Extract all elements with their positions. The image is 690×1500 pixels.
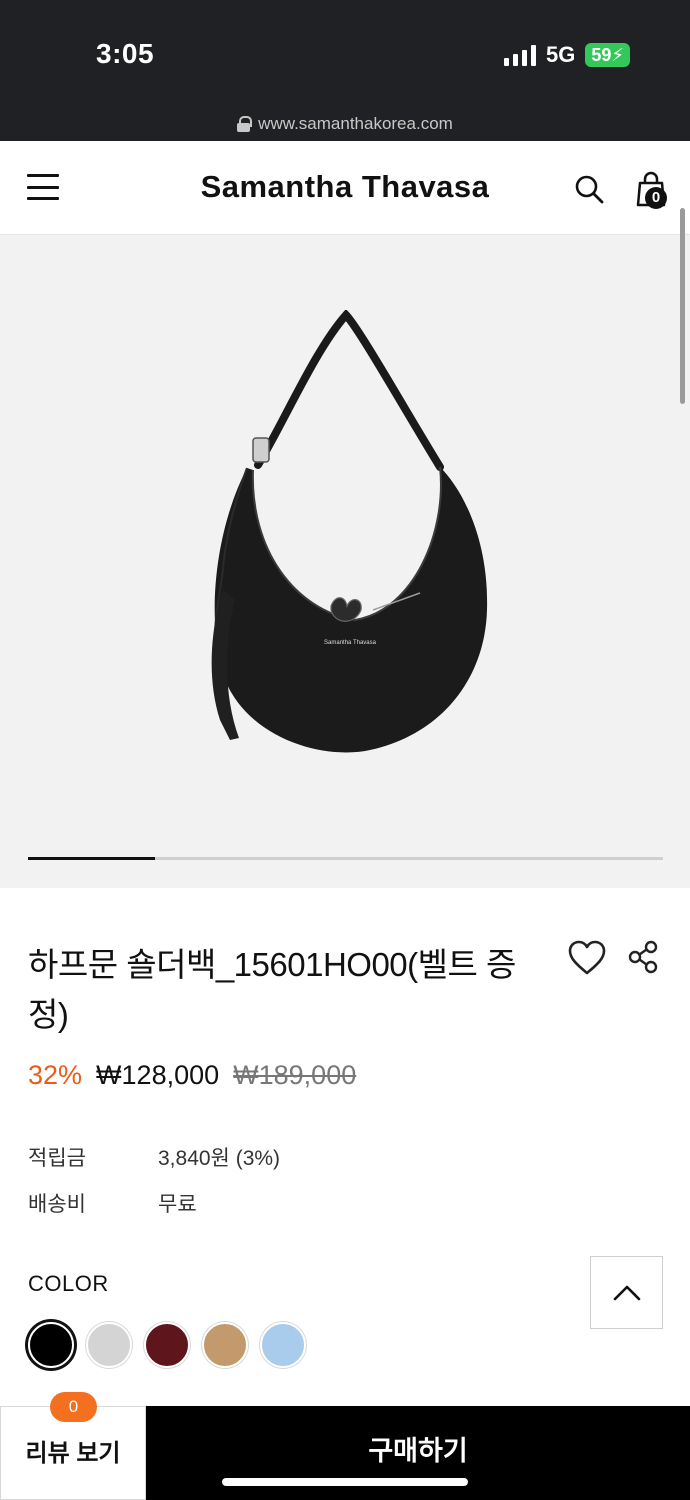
page-scrollbar[interactable] xyxy=(680,208,685,404)
review-count-badge: 0 xyxy=(50,1392,97,1422)
shipping-row: 배송비 무료 xyxy=(28,1188,197,1218)
scroll-to-top-button[interactable] xyxy=(590,1256,663,1329)
shipping-label: 배송비 xyxy=(28,1193,86,1216)
color-label: COLOR xyxy=(28,1271,109,1296)
product-image-gallery[interactable]: Samantha Thavasa xyxy=(0,235,690,888)
lock-icon xyxy=(237,116,253,132)
wishlist-heart-icon[interactable] xyxy=(568,940,606,976)
image-progress-track xyxy=(28,857,663,860)
product-title: 하프문 숄더백_15601HO00(벨트 증정) xyxy=(28,946,516,1033)
signal-icon xyxy=(503,44,536,66)
color-swatch[interactable] xyxy=(202,1322,248,1368)
color-swatch[interactable] xyxy=(86,1322,132,1368)
chevron-up-icon xyxy=(613,1285,641,1301)
original-price: ₩189,000 xyxy=(233,1060,357,1090)
search-icon[interactable] xyxy=(574,174,604,204)
shipping-value: 무료 xyxy=(158,1193,197,1216)
price-row: 32% ₩128,000 ₩189,000 xyxy=(28,1060,356,1091)
product-image: Samantha Thavasa xyxy=(211,310,488,753)
image-progress-indicator xyxy=(28,857,155,860)
discount-rate: 32% xyxy=(28,1060,83,1090)
browser-url-bar[interactable]: www.samanthakorea.com xyxy=(0,108,690,141)
points-value: 3,840원 (3%) xyxy=(158,1147,281,1170)
network-type: 5G xyxy=(545,42,576,67)
share-icon[interactable] xyxy=(627,940,659,974)
url-text[interactable]: www.samanthakorea.com xyxy=(258,114,453,134)
color-swatch[interactable] xyxy=(28,1322,74,1368)
sale-price: ₩128,000 xyxy=(96,1060,220,1090)
battery-level: 59 xyxy=(591,45,612,65)
points-row: 적립금 3,840원 (3%) xyxy=(28,1142,280,1172)
bag-logo-text: Samantha Thavasa xyxy=(324,640,377,646)
color-swatch[interactable] xyxy=(144,1322,190,1368)
status-bar: 3:05 5G 59⚡ xyxy=(0,0,690,108)
status-time: 3:05 xyxy=(96,38,155,69)
color-swatches xyxy=(28,1322,306,1368)
site-header: Samantha Thavasa xyxy=(0,141,690,235)
status-indicators: 5G 59⚡ xyxy=(503,42,630,68)
points-label: 적립금 xyxy=(28,1147,86,1170)
battery-icon: 59⚡ xyxy=(585,43,630,67)
cart-count-badge: 0 xyxy=(645,187,667,209)
home-indicator xyxy=(222,1478,468,1486)
color-swatch[interactable] xyxy=(260,1322,306,1368)
